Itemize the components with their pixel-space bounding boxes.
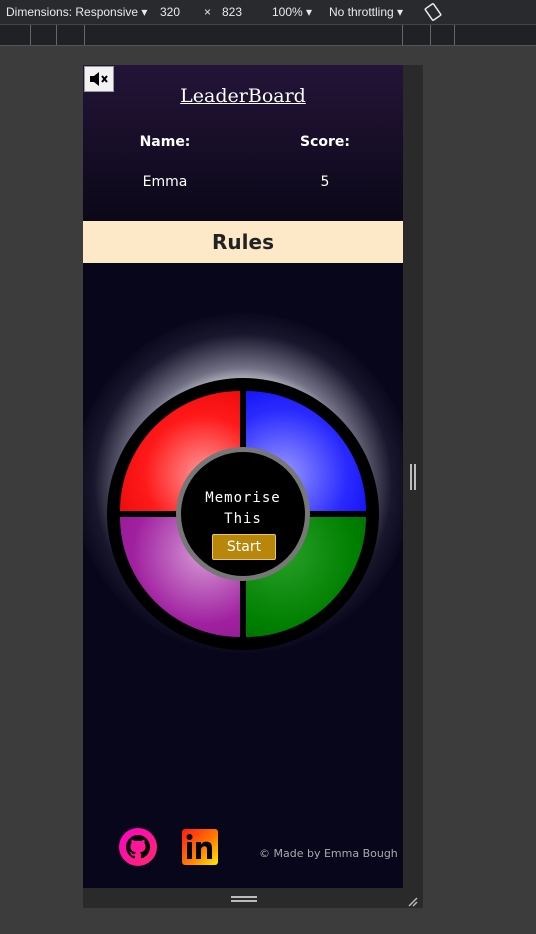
- center-control: Memorise This Start: [176, 447, 310, 581]
- github-icon[interactable]: [118, 827, 158, 867]
- linkedin-icon[interactable]: [182, 829, 218, 865]
- center-line-1: Memorise: [205, 490, 281, 506]
- media-query-ruler: [0, 24, 536, 46]
- height-input[interactable]: 823: [222, 5, 242, 19]
- times-label: ×: [204, 5, 212, 19]
- name-header: Name:: [139, 134, 191, 150]
- leaderboard: LeaderBoard Name: Score: Emma 5: [83, 65, 403, 221]
- start-button[interactable]: Start: [212, 534, 276, 560]
- mute-icon: [90, 72, 108, 86]
- center-line-2: This: [224, 511, 262, 527]
- leaderboard-entry-score: 5: [320, 174, 330, 190]
- resize-corner-icon[interactable]: [406, 892, 418, 907]
- score-header: Score:: [300, 134, 350, 150]
- dimensions-dropdown[interactable]: Dimensions: Responsive ▾: [6, 5, 147, 19]
- footer: © Made by Emma Bough: [83, 825, 403, 867]
- rotate-icon[interactable]: [423, 2, 443, 25]
- devtools-toolbar: Dimensions: Responsive ▾ 320 × 823 100% …: [0, 0, 536, 24]
- credit-text: © Made by Emma Bough: [259, 847, 398, 860]
- leaderboard-entry-name: Emma: [142, 174, 188, 190]
- zoom-dropdown[interactable]: 100% ▾: [272, 5, 312, 19]
- resize-handle-right[interactable]: [410, 464, 416, 490]
- app-viewport: LeaderBoard Name: Score: Emma 5 Rules Me…: [83, 65, 403, 888]
- mute-button[interactable]: [84, 66, 114, 92]
- center-message: Memorise This: [181, 488, 305, 530]
- width-input[interactable]: 320: [160, 5, 180, 19]
- leaderboard-title[interactable]: LeaderBoard: [83, 85, 403, 107]
- rules-button[interactable]: Rules: [83, 221, 403, 263]
- game-board: Memorise This Start: [107, 378, 379, 650]
- throttling-dropdown[interactable]: No throttling ▾: [329, 5, 403, 19]
- resize-handle-bottom[interactable]: [231, 896, 257, 902]
